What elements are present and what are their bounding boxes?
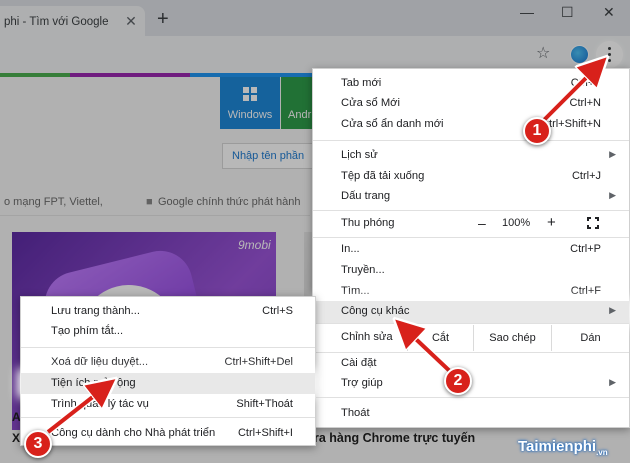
software-search-input[interactable]: Nhập tên phần — [222, 143, 318, 169]
submenu-item-label: Tiện ích mở rộng — [51, 377, 136, 389]
submenu-item-clear-data[interactable]: Xoá dữ liệu duyệt... Ctrl+Shift+Del — [21, 352, 315, 373]
article-title-x[interactable]: X — [12, 431, 20, 445]
zoom-level: 100% — [502, 217, 531, 229]
submenu-arrow-icon: ▶ — [609, 149, 616, 159]
menu-item-more-tools[interactable]: Công cụ khác ▶ — [313, 301, 629, 323]
step-badge-3: 3 — [24, 430, 52, 458]
menu-item-label: Cửa sổ ẩn danh mới — [341, 118, 444, 130]
new-tab-button[interactable]: + — [157, 9, 169, 29]
submenu-item-devtools[interactable]: Công cụ dành cho Nhà phát triển Ctrl+Shi… — [21, 423, 315, 444]
menu-item-bookmarks[interactable]: Dấu trang ▶ — [313, 186, 629, 208]
menu-item-history[interactable]: Lịch sử ▶ — [313, 145, 629, 167]
menu-item-label: Chỉnh sửa — [341, 331, 393, 343]
menu-item-incognito[interactable]: Cửa sổ ẩn danh mới Ctrl+Shift+N — [313, 114, 629, 136]
menu-item-shortcut: Ctrl+F — [570, 285, 601, 297]
submenu-item-label: Lưu trang thành... — [51, 305, 140, 317]
submenu-item-label: Tạo phím tắt... — [51, 325, 124, 337]
menu-separator — [313, 397, 629, 398]
menu-item-label: In... — [341, 243, 360, 255]
cut-button[interactable]: Cắt — [407, 325, 473, 351]
menu-item-shortcut: Ctrl+N — [569, 97, 601, 109]
thumb-brand-logo: 9mobi — [238, 238, 271, 252]
menu-kebab-icon[interactable] — [596, 41, 623, 68]
submenu-item-shortcut: Ctrl+S — [262, 305, 293, 317]
watermark-logo: Taimienphi.vn — [518, 438, 608, 457]
menu-separator — [313, 210, 629, 211]
windows-logo-icon — [243, 87, 257, 101]
submenu-item-shortcut: Ctrl+Shift+Del — [224, 356, 293, 368]
zoom-in-button[interactable]: + — [547, 214, 556, 231]
menu-item-print[interactable]: In... Ctrl+P — [313, 239, 629, 261]
submenu-item-create-shortcut[interactable]: Tạo phím tắt... — [21, 321, 315, 342]
submenu-item-task-manager[interactable]: Trình quản lý tác vụ Shift+Thoát — [21, 394, 315, 415]
submenu-item-label: Trình quản lý tác vụ — [51, 398, 149, 410]
menu-item-shortcut: Ctrl+P — [570, 243, 601, 255]
step-badge-1: 1 — [523, 117, 551, 145]
article-title-b[interactable]: ra hàng Chrome trực tuyến — [314, 431, 475, 445]
tab-close-icon[interactable]: ✕ — [124, 14, 138, 28]
android-tile-label: Andr — [288, 109, 312, 121]
submenu-arrow-icon: ▶ — [609, 190, 616, 200]
bookmark-star-icon[interactable]: ☆ — [536, 45, 550, 63]
more-tools-submenu: Lưu trang thành... Ctrl+S Tạo phím tắt..… — [20, 296, 316, 446]
menu-item-downloads[interactable]: Tệp đã tải xuống Ctrl+J — [313, 166, 629, 188]
windows-tile-label: Windows — [227, 109, 273, 121]
submenu-item-label: Xoá dữ liệu duyệt... — [51, 356, 149, 368]
menu-item-shortcut: Ctrl+J — [571, 170, 601, 182]
menu-item-label: Trợ giúp — [341, 377, 383, 389]
copy-button[interactable]: Sao chép — [473, 325, 551, 351]
menu-item-new-window[interactable]: Cửa sổ Mới Ctrl+N — [313, 93, 629, 115]
step-badge-2: 2 — [444, 367, 472, 395]
menu-item-label: Thu phóng — [341, 217, 395, 229]
news-bullet-icon: ■ — [146, 196, 153, 208]
menu-separator — [313, 323, 629, 324]
submenu-item-label: Công cụ dành cho Nhà phát triển — [51, 427, 216, 439]
profile-avatar[interactable] — [570, 45, 589, 64]
submenu-separator — [21, 417, 315, 418]
menu-item-new-tab[interactable]: Tab mới Ctrl+T — [313, 73, 629, 95]
menu-item-exit[interactable]: Thoát — [313, 403, 629, 425]
menu-item-edit: Chỉnh sửa Cắt Sao chép Dán — [313, 325, 629, 351]
fullscreen-icon[interactable] — [587, 217, 599, 229]
menu-item-zoom: Thu phóng – 100% + — [313, 213, 629, 235]
menu-item-label: Lịch sử — [341, 149, 378, 161]
menu-item-label: Tab mới — [341, 77, 382, 89]
paste-button[interactable]: Dán — [551, 325, 629, 351]
zoom-out-button[interactable]: – — [478, 215, 486, 231]
submenu-separator — [21, 347, 315, 348]
divider — [0, 215, 310, 216]
news-ticker-1[interactable]: o mạng FPT, Viettel, — [4, 196, 103, 208]
menu-separator — [313, 237, 629, 238]
submenu-arrow-icon: ▶ — [609, 305, 616, 315]
submenu-item-extensions[interactable]: Tiện ích mở rộng — [21, 373, 315, 394]
android-tile[interactable]: Andr — [281, 77, 315, 129]
menu-item-cast[interactable]: Truyền... — [313, 260, 629, 282]
menu-separator — [313, 140, 629, 141]
menu-item-label: Cửa sổ Mới — [341, 97, 400, 109]
menu-item-label: Thoát — [341, 407, 370, 419]
submenu-item-shortcut: Shift+Thoát — [236, 398, 293, 410]
menu-item-label: Tìm... — [341, 285, 370, 297]
windows-tile[interactable]: Windows — [220, 77, 280, 129]
submenu-arrow-icon: ▶ — [609, 377, 616, 387]
menu-item-shortcut: Ctrl+T — [570, 77, 601, 89]
menu-item-find[interactable]: Tìm... Ctrl+F — [313, 281, 629, 303]
tab-strip: phi - Tìm với Google ✕ + — ☐ ✕ — [0, 0, 630, 36]
menu-item-label: Dấu trang — [341, 190, 391, 202]
menu-item-label: Truyền... — [341, 264, 385, 276]
browser-tab[interactable]: phi - Tìm với Google ✕ — [0, 6, 145, 36]
submenu-item-save-page[interactable]: Lưu trang thành... Ctrl+S — [21, 301, 315, 322]
menu-item-label: Cài đặt — [341, 357, 377, 369]
close-window-icon[interactable]: ✕ — [603, 4, 615, 20]
minimize-icon[interactable]: — — [520, 4, 534, 20]
search-placeholder: Nhập tên phần — [232, 150, 305, 162]
tab-title: phi - Tìm với Google — [4, 16, 109, 28]
menu-item-label: Tệp đã tải xuống — [341, 170, 425, 182]
news-ticker-2[interactable]: Google chính thức phát hành — [158, 196, 301, 208]
maximize-icon[interactable]: ☐ — [561, 4, 574, 20]
menu-item-settings[interactable]: Cài đặt — [313, 353, 629, 375]
submenu-item-shortcut: Ctrl+Shift+I — [237, 427, 293, 439]
chrome-main-menu: Tab mới Ctrl+T Cửa sổ Mới Ctrl+N Cửa sổ … — [312, 68, 630, 428]
menu-item-label: Công cụ khác — [341, 305, 410, 317]
